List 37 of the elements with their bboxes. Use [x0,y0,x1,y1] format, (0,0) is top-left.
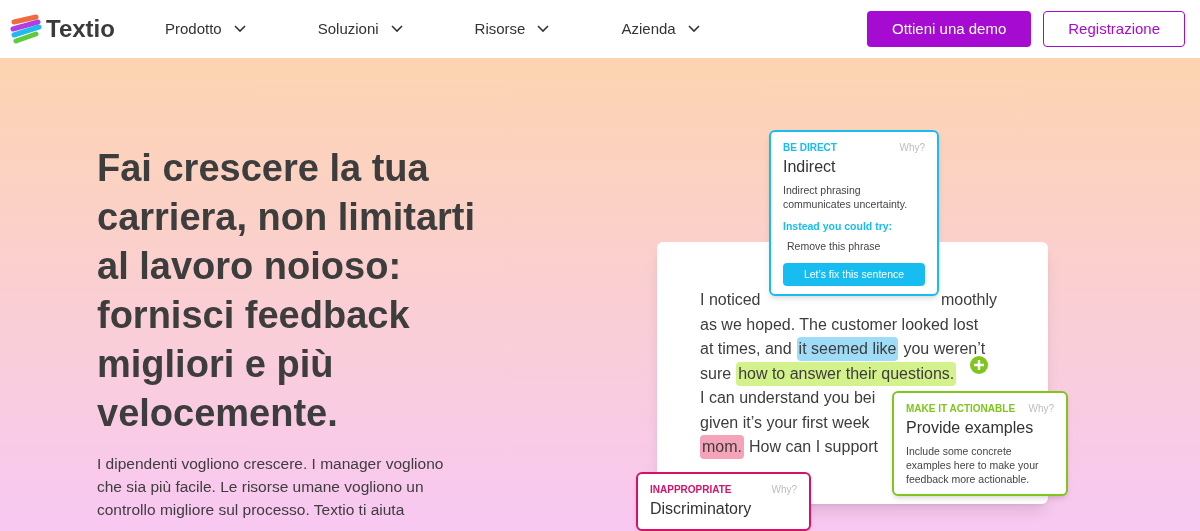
document-text: How can I support [749,437,878,458]
card-category: BE DIRECT [783,141,837,155]
card-title: Indirect [783,157,837,177]
document-text: as we hoped. The customer looked lost [700,314,979,335]
card-description: Indirect phrasing communicates uncertainty. [783,183,909,211]
nav-menu[interactable]: Prodotto [165,17,246,41]
chevron-down-icon [537,25,550,33]
suggestion-label: Instead you could try: [783,219,894,234]
document-text: moothly [940,290,997,311]
document-text: at times, and [700,339,792,360]
document-text: I noticed [700,290,761,311]
add-icon [970,356,988,374]
document-text: I can understand you bei [700,388,876,409]
logo-text: Textio [46,14,115,44]
demo-button[interactable]: Ottieni una demo [867,11,1032,47]
document-text: given it’s your first week [700,412,870,433]
logo-icon [10,14,42,44]
highlighted-text: mom. [700,435,744,460]
document-text: sure [700,363,732,384]
card-description: Include some concrete examples here to make your feedback more actionable. [906,444,1040,486]
chevron-down-icon [390,25,403,33]
nav-menu[interactable]: Soluzioni [317,17,403,41]
document-text: you weren’t [903,339,986,360]
suggestion-text: Remove this phrase [787,238,882,254]
card-category: INAPPROPRIATE [650,483,732,497]
card-title: Provide examples [906,418,1035,438]
nav-menu[interactable]: Azienda [621,17,700,41]
card-title: Discriminatory [650,499,753,519]
nav-menu[interactable]: Risorse [474,17,550,41]
highlighted-text: it seemed like [796,337,899,362]
hero-headline: Fai crescere la tua carriera, non limitarti al lavoro noioso: fornisci feedback migliori e più velocemente. [97,146,476,436]
chevron-down-icon [687,25,700,33]
chevron-down-icon [233,25,246,33]
card-category: MAKE IT ACTIONABLE [906,402,1016,416]
hero-paragraph: I dipendenti vogliono crescere. I manager vogliono che sia più facile. Le risorse umane vogliono un controllo migliore sul processo. Textio ti aiuta [97,454,445,520]
highlighted-text: how to answer their questions. [736,361,957,386]
signup-button[interactable]: Registrazione [1043,11,1185,47]
